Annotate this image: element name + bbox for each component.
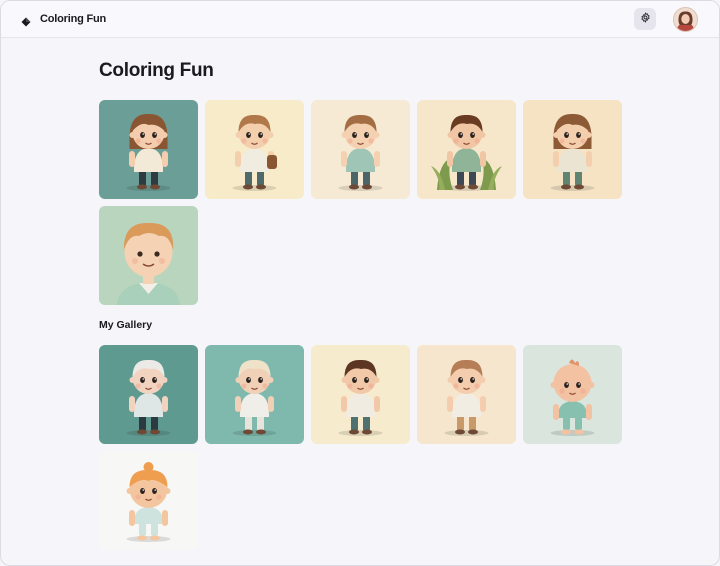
- character-tile[interactable]: [99, 100, 198, 199]
- featured-grid: [99, 100, 719, 305]
- character-illustration: [417, 345, 516, 444]
- character-tile[interactable]: [417, 100, 516, 199]
- section-featured: [99, 100, 719, 305]
- character-illustration: [205, 100, 304, 199]
- character-illustration: [311, 345, 410, 444]
- character-illustration: [99, 451, 198, 550]
- settings-button[interactable]: [634, 8, 656, 30]
- header-actions: [634, 6, 698, 32]
- character-tile[interactable]: [99, 451, 198, 550]
- app-window: Coloring Fun Coloring Fun My Gallery: [0, 0, 720, 566]
- section-title: My Gallery: [99, 319, 153, 331]
- character-illustration: [523, 345, 622, 444]
- character-tile[interactable]: [99, 345, 198, 444]
- character-illustration: [205, 345, 304, 444]
- character-tile[interactable]: [99, 206, 198, 305]
- gear-icon: [640, 10, 651, 28]
- top-bar: Coloring Fun: [1, 1, 719, 38]
- page-title: Coloring Fun: [99, 60, 214, 81]
- character-tile[interactable]: [205, 100, 304, 199]
- character-illustration: [99, 100, 198, 199]
- character-illustration: [311, 100, 410, 199]
- brand[interactable]: Coloring Fun: [21, 13, 107, 27]
- character-illustration: [99, 206, 198, 305]
- section-gallery: My Gallery: [99, 319, 719, 550]
- app-name: Coloring Fun: [40, 13, 107, 25]
- diamond-logo-icon: [21, 14, 31, 27]
- character-tile[interactable]: [523, 345, 622, 444]
- character-illustration: [417, 100, 516, 199]
- character-illustration: [523, 100, 622, 199]
- character-tile[interactable]: [311, 345, 410, 444]
- character-tile[interactable]: [523, 100, 622, 199]
- gallery-grid: [99, 345, 719, 550]
- character-illustration: [99, 345, 198, 444]
- user-avatar[interactable]: [673, 6, 698, 32]
- character-tile[interactable]: [311, 100, 410, 199]
- main-content: Coloring Fun My Gallery: [1, 60, 719, 550]
- character-tile[interactable]: [205, 345, 304, 444]
- character-tile[interactable]: [417, 345, 516, 444]
- sections-container: My Gallery: [99, 100, 719, 550]
